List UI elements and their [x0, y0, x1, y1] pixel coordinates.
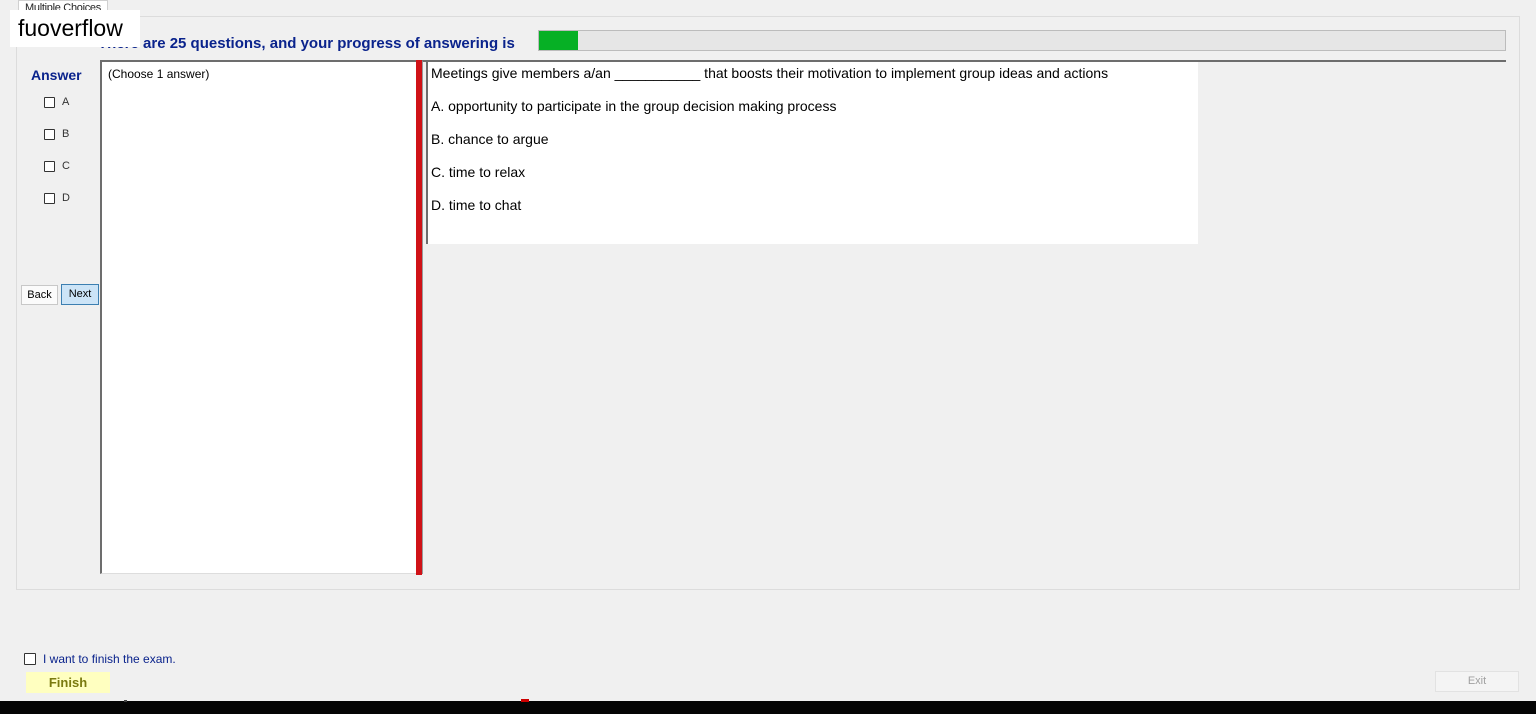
choice-c: C. time to relax — [431, 164, 526, 180]
answer-option-b[interactable]: B — [44, 127, 69, 141]
choice-b: B. chance to argue — [431, 131, 549, 147]
checkbox-a[interactable] — [44, 96, 55, 108]
option-label-b: B — [62, 128, 70, 140]
checkbox-b[interactable] — [44, 128, 55, 140]
next-button[interactable]: Next — [61, 284, 99, 305]
finish-checkbox[interactable] — [24, 653, 36, 665]
choice-d: D. time to chat — [431, 197, 522, 213]
checkbox-d[interactable] — [44, 192, 55, 204]
question-panel: Meetings give members a/an ___________ t… — [422, 60, 1506, 574]
bottom-tick — [124, 700, 127, 702]
bottom-bar — [0, 701, 1536, 714]
choice-a: A. opportunity to participate in the gro… — [431, 98, 837, 114]
option-label-c: C — [62, 160, 70, 172]
answer-title: Answer — [31, 67, 82, 83]
progress-label: There are 25 questions, and your progres… — [98, 35, 515, 52]
answer-option-d[interactable]: D — [44, 191, 70, 205]
answer-instruction-box: (Choose 1 answer) — [100, 60, 418, 574]
question-area: Meetings give members a/an ___________ t… — [426, 62, 1198, 244]
option-label-a: A — [62, 96, 70, 108]
answer-option-a[interactable]: A — [44, 95, 69, 109]
option-label-d: D — [62, 192, 70, 204]
back-button[interactable]: Back — [21, 285, 58, 305]
finish-confirm[interactable]: I want to finish the exam. — [24, 652, 176, 666]
bottom-marker — [521, 699, 529, 702]
watermark-label: fuoverflow — [10, 10, 140, 47]
finish-confirm-label: I want to finish the exam. — [43, 652, 176, 666]
choose-instruction: (Choose 1 answer) — [108, 67, 210, 81]
exit-button[interactable]: Exit — [1435, 671, 1519, 692]
progress-bar — [538, 30, 1506, 51]
answer-option-c[interactable]: C — [44, 159, 70, 173]
question-text: Meetings give members a/an ___________ t… — [431, 65, 1109, 81]
checkbox-c[interactable] — [44, 160, 55, 172]
progress-fill — [539, 31, 578, 50]
finish-button[interactable]: Finish — [26, 672, 110, 693]
